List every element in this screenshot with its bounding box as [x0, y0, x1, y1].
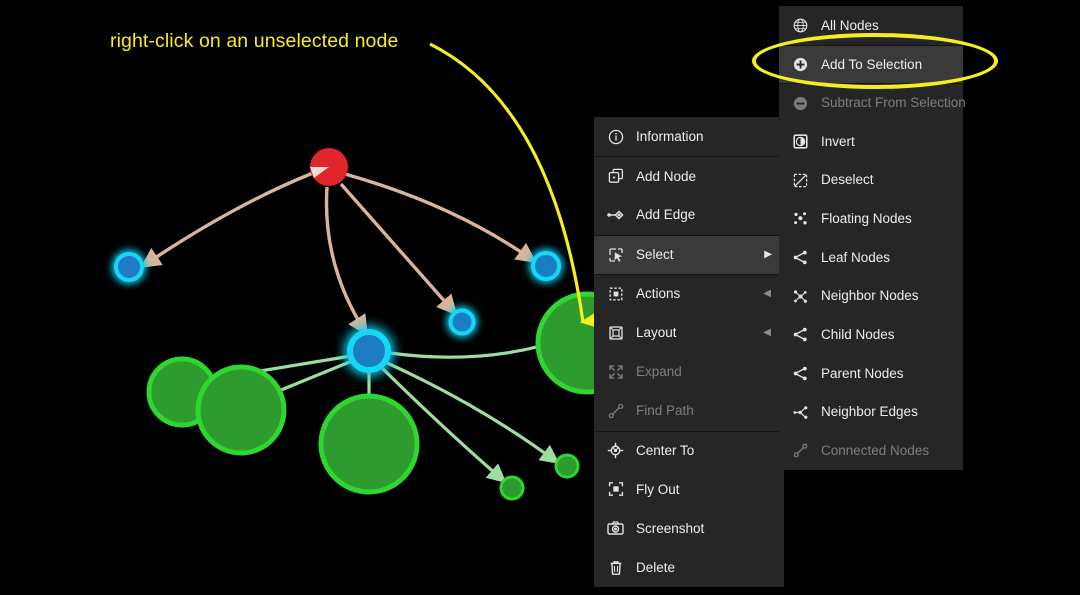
menu-item-label: Screenshot	[636, 520, 705, 536]
menu-item-layout[interactable]: Layout ◀	[594, 313, 784, 352]
submenu-item-subtract-from-selection: Subtract From Selection	[779, 83, 966, 122]
node-blue-mid[interactable]	[448, 308, 476, 336]
edge-red-blueright	[344, 172, 537, 263]
node-blue-right[interactable]	[531, 251, 561, 281]
submenu-item-all-nodes[interactable]: All Nodes	[779, 6, 963, 45]
submenu-item-neighbor-nodes[interactable]: Neighbor Nodes	[779, 277, 963, 316]
minus-circle-icon	[792, 95, 809, 112]
node-blue-hub-selected[interactable]	[347, 329, 391, 373]
deselect-slash-icon	[792, 172, 809, 189]
edge-red-bluemid	[339, 182, 458, 316]
info-circle-icon	[607, 128, 624, 145]
submenu-item-label: Add To Selection	[821, 56, 923, 72]
edge-red-bluehub	[324, 186, 368, 336]
find-path-icon	[607, 402, 624, 419]
parent-nodes-icon	[792, 365, 809, 382]
add-edge-icon	[607, 206, 624, 223]
submenu-item-parent-nodes[interactable]: Parent Nodes	[779, 354, 963, 393]
menu-item-information[interactable]: Information	[594, 117, 784, 156]
submenu-item-label: Deselect	[821, 172, 874, 188]
trash-icon	[607, 559, 624, 576]
child-nodes-icon	[792, 326, 809, 343]
edge-hub-greenbigright	[389, 344, 542, 359]
add-node-icon	[607, 168, 624, 185]
submenu-item-label: All Nodes	[821, 17, 879, 33]
floating-nodes-icon	[792, 210, 809, 227]
submenu-item-connected-nodes: Connected Nodes	[779, 432, 963, 471]
menu-item-label: Layout	[636, 324, 677, 340]
menu-item-label: Fly Out	[636, 481, 680, 497]
menu-item-actions[interactable]: Actions ◀	[594, 273, 784, 313]
submenu-item-label: Floating Nodes	[821, 211, 912, 227]
menu-item-delete[interactable]: Delete	[594, 548, 784, 587]
menu-item-fly-out[interactable]: Fly Out	[594, 470, 784, 509]
menu-item-label: Actions	[636, 286, 681, 302]
annotation-label: right-click on an unselected node	[110, 30, 399, 52]
graph-edges-pink	[140, 171, 537, 336]
node-green-small-2[interactable]	[554, 453, 580, 479]
menu-item-label: Add Node	[636, 168, 697, 184]
neighbor-edges-icon	[792, 404, 809, 421]
node-blue-left[interactable]	[114, 252, 144, 282]
submenu-item-add-to-selection[interactable]: Add To Selection	[779, 44, 963, 84]
select-cursor-icon	[607, 246, 624, 263]
node-green-small-1[interactable]	[499, 475, 525, 501]
invert-square-icon	[792, 133, 809, 150]
menu-item-expand: Expand	[594, 352, 784, 391]
submenu-item-child-nodes[interactable]: Child Nodes	[779, 316, 963, 355]
menu-item-label: Expand	[636, 363, 682, 379]
layout-cube-icon	[607, 324, 624, 341]
neighbor-nodes-icon	[792, 288, 809, 305]
menu-item-label: Find Path	[636, 403, 694, 419]
submenu-item-label: Invert	[821, 133, 855, 149]
submenu-item-label: Parent Nodes	[821, 365, 904, 381]
center-to-icon	[607, 442, 624, 459]
edge-red-blueleft	[140, 171, 314, 268]
connected-nodes-icon	[792, 442, 809, 459]
expand-arrows-icon	[607, 363, 624, 380]
menu-item-select[interactable]: Select ▶	[594, 234, 784, 274]
menu-item-screenshot[interactable]: Screenshot	[594, 509, 784, 548]
node-context-menu[interactable]: Information Add Node Add Edge Select ▶ A…	[594, 117, 784, 588]
leaf-nodes-icon	[792, 249, 809, 266]
menu-item-add-edge[interactable]: Add Edge	[594, 195, 784, 234]
chevron-left-icon: ◀	[763, 326, 771, 338]
submenu-item-label: Neighbor Nodes	[821, 288, 919, 304]
node-green-bottom[interactable]	[318, 393, 420, 495]
menu-item-label: Information	[636, 128, 704, 144]
menu-item-label: Add Edge	[636, 207, 696, 223]
submenu-item-neighbor-edges[interactable]: Neighbor Edges	[779, 393, 963, 432]
graph-nodes-green[interactable]	[146, 291, 639, 501]
menu-item-label: Center To	[636, 442, 695, 458]
camera-icon	[607, 520, 624, 537]
submenu-item-label: Subtract From Selection	[821, 95, 966, 111]
menu-item-label: Select	[636, 246, 674, 262]
chevron-left-icon: ◀	[763, 287, 771, 299]
node-green-left-2[interactable]	[195, 364, 287, 456]
menu-item-add-node[interactable]: Add Node	[594, 156, 784, 195]
submenu-item-label: Leaf Nodes	[821, 249, 891, 265]
submenu-item-label: Neighbor Edges	[821, 404, 918, 420]
select-submenu[interactable]: All Nodes Add To Selection Subtract From…	[779, 6, 966, 471]
fly-out-icon	[607, 481, 624, 498]
globe-grid-icon	[792, 17, 809, 34]
menu-item-label: Delete	[636, 559, 676, 575]
submenu-item-deselect[interactable]: Deselect	[779, 161, 963, 200]
chevron-right-icon: ▶	[764, 248, 772, 260]
menu-item-find-path: Find Path	[594, 391, 784, 430]
menu-item-center-to[interactable]: Center To	[594, 430, 784, 470]
graph-node-red[interactable]	[310, 148, 348, 186]
plus-circle-icon	[792, 56, 809, 73]
submenu-item-label: Connected Nodes	[821, 443, 930, 459]
submenu-item-floating-nodes[interactable]: Floating Nodes	[779, 199, 963, 238]
actions-marquee-icon	[607, 285, 624, 302]
app-screenshot: right-click on an unselected node Inform…	[0, 0, 1080, 595]
submenu-item-label: Child Nodes	[821, 327, 895, 343]
submenu-item-leaf-nodes[interactable]: Leaf Nodes	[779, 238, 963, 277]
submenu-item-invert[interactable]: Invert	[779, 122, 963, 161]
